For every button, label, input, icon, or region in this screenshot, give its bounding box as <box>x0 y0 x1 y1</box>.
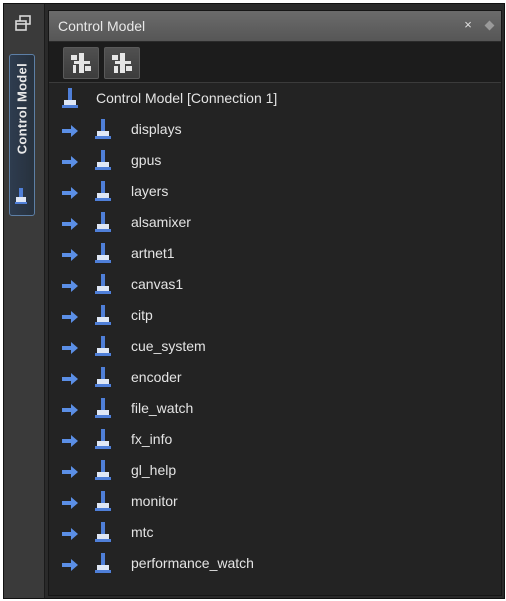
tree-root-row[interactable]: Control Model [Connection 1] <box>49 83 501 114</box>
connector-node-icon <box>95 429 111 449</box>
expand-arrow-icon[interactable] <box>62 527 78 540</box>
tree-item-label: canvas1 <box>131 276 184 292</box>
tree-item[interactable]: artnet1 <box>49 238 501 269</box>
connector-node-icon <box>95 398 111 418</box>
restore-window-button[interactable] <box>13 13 33 33</box>
tree-item-label: citp <box>131 307 153 323</box>
tree-item[interactable]: cue_system <box>49 331 501 362</box>
tree-item[interactable]: gpus <box>49 145 501 176</box>
panel-toolbar <box>49 42 501 83</box>
dock-side-strip: Control Model <box>4 4 45 598</box>
tree-item-label: fx_info <box>131 431 173 447</box>
expand-tree-button[interactable] <box>104 47 140 79</box>
connector-node-icon <box>95 336 111 356</box>
connector-node-icon <box>95 491 111 511</box>
control-model-tree: Control Model [Connection 1] displays gp… <box>49 83 501 595</box>
tree-item-label: displays <box>131 121 182 137</box>
tree-item-label: gl_help <box>131 462 177 478</box>
tree-item-label: gpus <box>131 152 162 168</box>
tree-item-label: alsamixer <box>131 214 191 230</box>
expand-arrow-icon[interactable] <box>62 310 78 323</box>
connector-node-icon <box>95 150 111 170</box>
expand-arrow-icon[interactable] <box>62 124 78 137</box>
tree-item-label: layers <box>131 183 169 199</box>
expand-arrow-icon[interactable] <box>62 279 78 292</box>
connector-node-icon <box>95 305 111 325</box>
expand-arrow-icon[interactable] <box>62 155 78 168</box>
tree-item[interactable]: mtc <box>49 517 501 548</box>
tree-item[interactable]: performance_watch <box>49 548 501 579</box>
tree-root-label: Control Model [Connection 1] <box>96 90 278 106</box>
tree-item-label: cue_system <box>131 338 206 354</box>
tree-item[interactable]: layers <box>49 176 501 207</box>
tree-item-label: performance_watch <box>131 555 254 571</box>
expand-arrow-icon[interactable] <box>62 434 78 447</box>
connector-node-icon <box>62 88 78 108</box>
expand-arrow-icon[interactable] <box>62 186 78 199</box>
connector-node-icon <box>95 367 111 387</box>
tree-item[interactable]: encoder <box>49 362 501 393</box>
collapse-tree-button[interactable] <box>63 47 99 79</box>
panel-title: Control Model <box>58 18 146 34</box>
expand-arrow-icon[interactable] <box>62 465 78 478</box>
connector-node-icon <box>15 188 27 209</box>
tree-item-label: mtc <box>131 524 154 540</box>
connector-node-icon <box>95 553 111 573</box>
tree-item[interactable]: monitor <box>49 486 501 517</box>
app-frame: Control Model Control Model × Control Mo… <box>3 3 505 599</box>
connector-node-icon <box>95 243 111 263</box>
tree-item[interactable]: alsamixer <box>49 207 501 238</box>
connector-node-icon <box>95 212 111 232</box>
tree-item[interactable]: gl_help <box>49 455 501 486</box>
tree-item-label: monitor <box>131 493 178 509</box>
expand-arrow-icon[interactable] <box>62 496 78 509</box>
connector-node-icon <box>95 460 111 480</box>
tree-item-label: encoder <box>131 369 182 385</box>
expand-arrow-icon[interactable] <box>62 403 78 416</box>
panel-pin-button[interactable] <box>484 20 495 31</box>
tree-item[interactable]: displays <box>49 114 501 145</box>
tree-item-label: file_watch <box>131 400 194 416</box>
restore-window-icon <box>15 15 31 31</box>
connector-node-icon <box>95 181 111 201</box>
side-tab-label: Control Model <box>14 63 30 155</box>
control-model-panel: Control Model × Control Model [Connectio… <box>48 10 502 596</box>
connector-node-icon <box>95 119 111 139</box>
tree-item[interactable]: citp <box>49 300 501 331</box>
expand-arrow-icon[interactable] <box>62 248 78 261</box>
control-model-side-tab[interactable]: Control Model <box>9 54 35 216</box>
tree-item[interactable]: canvas1 <box>49 269 501 300</box>
tree-item-label: artnet1 <box>131 245 175 261</box>
connector-node-icon <box>95 274 111 294</box>
expand-arrow-icon[interactable] <box>62 558 78 571</box>
tree-item[interactable]: fx_info <box>49 424 501 455</box>
expand-arrow-icon[interactable] <box>62 372 78 385</box>
expand-arrow-icon[interactable] <box>62 217 78 230</box>
expand-arrow-icon[interactable] <box>62 341 78 354</box>
panel-titlebar: Control Model × <box>49 11 501 42</box>
tree-item[interactable]: file_watch <box>49 393 501 424</box>
expand-tree-icon <box>112 53 132 73</box>
connector-node-icon <box>95 522 111 542</box>
collapse-tree-icon <box>71 53 91 73</box>
close-panel-button[interactable]: × <box>461 18 475 32</box>
